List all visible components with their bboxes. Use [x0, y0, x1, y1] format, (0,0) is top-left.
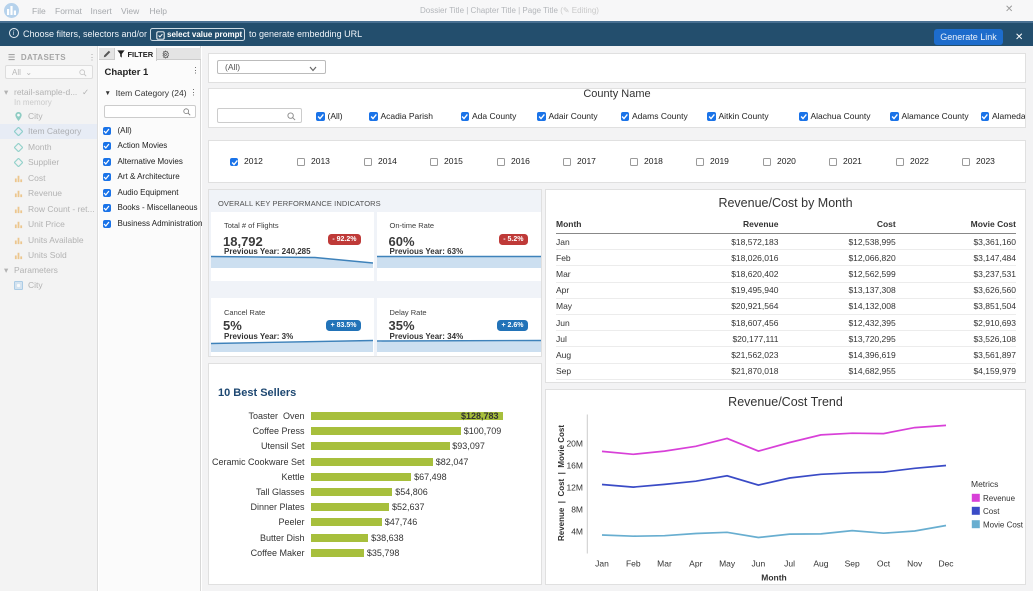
- svg-text:12M: 12M: [566, 482, 583, 492]
- svg-text:20M: 20M: [566, 438, 583, 448]
- svg-text:May: May: [719, 558, 736, 568]
- svg-text:Month: Month: [761, 572, 787, 582]
- svg-text:Revenue | Cost | Movie Cos: Revenue | Cost | Movie Cost: [557, 424, 566, 540]
- svg-text:Dec: Dec: [938, 558, 954, 568]
- svg-text:Cost: Cost: [983, 507, 1000, 516]
- svg-text:Metrics: Metrics: [971, 479, 998, 489]
- svg-text:Jul: Jul: [784, 558, 795, 568]
- svg-text:Movie Cost: Movie Cost: [983, 520, 1024, 529]
- svg-text:Revenue: Revenue: [983, 494, 1016, 503]
- svg-text:Mar: Mar: [657, 558, 672, 568]
- svg-text:8M: 8M: [571, 504, 583, 514]
- svg-text:Apr: Apr: [689, 558, 702, 568]
- svg-text:16M: 16M: [566, 460, 583, 470]
- svg-text:Oct: Oct: [877, 558, 891, 568]
- svg-text:Aug: Aug: [813, 558, 828, 568]
- svg-text:Sep: Sep: [845, 558, 860, 568]
- svg-text:Jan: Jan: [595, 558, 609, 568]
- svg-text:4M: 4M: [571, 526, 583, 536]
- svg-text:Nov: Nov: [907, 558, 923, 568]
- svg-text:Jun: Jun: [752, 558, 766, 568]
- svg-text:Feb: Feb: [626, 558, 641, 568]
